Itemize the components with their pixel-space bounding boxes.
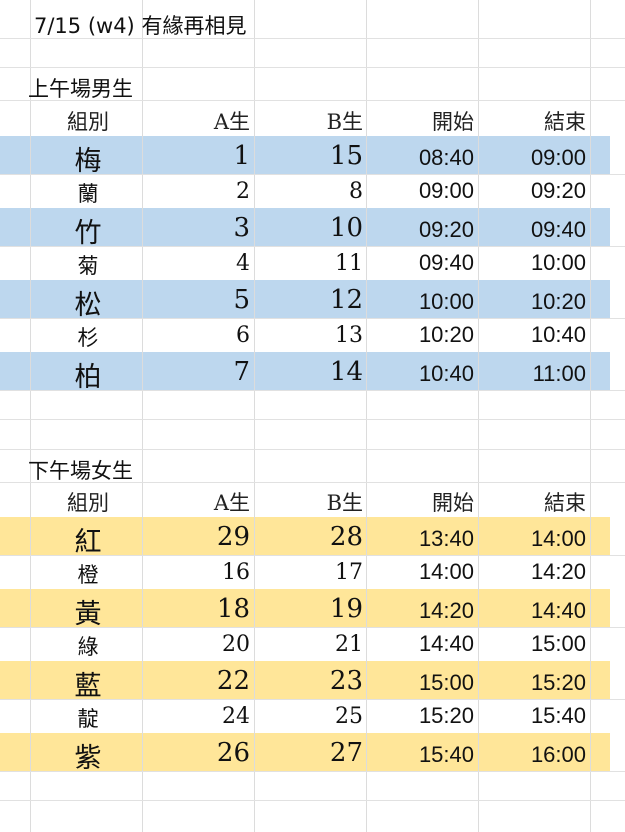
start-cell[interactable]: 14:00 [419, 559, 474, 585]
b-cell[interactable]: 11 [335, 251, 363, 276]
start-cell[interactable]: 15:00 [419, 670, 474, 696]
end-cell[interactable]: 15:20 [531, 670, 586, 696]
spreadsheet-grid[interactable]: 7/15 (w4) 有緣再相見 上午場男生 組別 A生 B生 開始 結束 梅 1… [0, 0, 625, 832]
group-cell[interactable]: 蘭 [60, 178, 116, 208]
col-group-header[interactable]: 組別 [60, 106, 116, 136]
group-cell[interactable]: 黃 [60, 592, 116, 631]
gridline [0, 419, 625, 420]
morning-heading[interactable]: 上午場男生 [28, 73, 133, 103]
afternoon-heading[interactable]: 下午場女生 [28, 455, 133, 485]
group-cell[interactable]: 靛 [60, 703, 116, 733]
group-cell[interactable]: 綠 [60, 631, 116, 661]
gridline [0, 449, 625, 450]
group-cell[interactable]: 藍 [60, 664, 116, 703]
end-cell[interactable]: 09:00 [531, 145, 586, 171]
end-cell[interactable]: 15:40 [531, 703, 586, 729]
col-group-header[interactable]: 組別 [60, 487, 116, 517]
a-cell[interactable]: 20 [222, 632, 250, 657]
a-cell[interactable]: 26 [217, 738, 250, 768]
a-cell[interactable]: 3 [233, 213, 250, 243]
a-cell[interactable]: 29 [217, 522, 250, 552]
a-cell[interactable]: 4 [236, 251, 250, 276]
group-cell[interactable]: 松 [60, 283, 116, 322]
gridline [0, 800, 625, 801]
end-cell[interactable]: 11:00 [533, 361, 586, 387]
group-cell[interactable]: 菊 [60, 250, 116, 280]
b-cell[interactable]: 15 [330, 141, 363, 171]
group-cell[interactable]: 柏 [60, 355, 116, 394]
col-a-header[interactable]: A生 [214, 487, 250, 517]
b-cell[interactable]: 8 [349, 179, 363, 204]
col-b-header[interactable]: B生 [327, 487, 363, 517]
a-cell[interactable]: 7 [233, 357, 250, 387]
group-cell[interactable]: 梅 [60, 139, 116, 178]
col-start-header[interactable]: 開始 [432, 106, 474, 136]
col-a-header[interactable]: A生 [214, 106, 250, 136]
end-cell[interactable]: 10:40 [531, 322, 586, 348]
start-cell[interactable]: 14:40 [419, 631, 474, 657]
end-cell[interactable]: 14:40 [531, 598, 586, 624]
group-cell[interactable]: 紅 [60, 520, 116, 559]
b-cell[interactable]: 21 [335, 632, 363, 657]
group-cell[interactable]: 紫 [60, 736, 116, 775]
b-cell[interactable]: 17 [335, 560, 363, 585]
start-cell[interactable]: 10:40 [419, 361, 474, 387]
a-cell[interactable]: 1 [233, 141, 250, 171]
start-cell[interactable]: 09:00 [419, 178, 474, 204]
b-cell[interactable]: 19 [330, 594, 363, 624]
gridline [0, 67, 625, 68]
a-cell[interactable]: 22 [217, 666, 250, 696]
title-date: 7/15 (w4) [34, 14, 135, 38]
a-cell[interactable]: 24 [222, 704, 250, 729]
b-cell[interactable]: 10 [330, 213, 363, 243]
a-cell[interactable]: 18 [217, 594, 250, 624]
end-cell[interactable]: 16:00 [531, 742, 586, 768]
end-cell[interactable]: 15:00 [531, 631, 586, 657]
a-cell[interactable]: 6 [236, 323, 250, 348]
b-cell[interactable]: 23 [330, 666, 363, 696]
start-cell[interactable]: 13:40 [419, 526, 474, 552]
start-cell[interactable]: 15:40 [419, 742, 474, 768]
group-cell[interactable]: 杉 [60, 322, 116, 352]
col-end-header[interactable]: 結束 [544, 106, 586, 136]
start-cell[interactable]: 14:20 [419, 598, 474, 624]
col-end-header[interactable]: 結束 [544, 487, 586, 517]
end-cell[interactable]: 10:00 [531, 250, 586, 276]
start-cell[interactable]: 09:40 [419, 250, 474, 276]
group-cell[interactable]: 竹 [60, 211, 116, 250]
group-cell[interactable]: 橙 [60, 559, 116, 589]
gridline [254, 0, 255, 832]
b-cell[interactable]: 12 [330, 285, 363, 315]
gridline [478, 0, 479, 832]
gridline [30, 0, 31, 832]
start-cell[interactable]: 15:20 [419, 703, 474, 729]
start-cell[interactable]: 08:40 [419, 145, 474, 171]
end-cell[interactable]: 14:00 [531, 526, 586, 552]
end-cell[interactable]: 14:20 [531, 559, 586, 585]
b-cell[interactable]: 14 [330, 357, 363, 387]
start-cell[interactable]: 09:20 [419, 217, 474, 243]
b-cell[interactable]: 28 [330, 522, 363, 552]
gridline [142, 0, 143, 832]
start-cell[interactable]: 10:00 [419, 289, 474, 315]
gridline [590, 0, 591, 832]
a-cell[interactable]: 2 [236, 179, 250, 204]
sheet-title-cell[interactable]: 7/15 (w4) 有緣再相見 [34, 10, 246, 40]
end-cell[interactable]: 09:40 [531, 217, 586, 243]
a-cell[interactable]: 16 [222, 560, 250, 585]
col-start-header[interactable]: 開始 [432, 487, 474, 517]
title-text: 有緣再相見 [141, 14, 247, 38]
start-cell[interactable]: 10:20 [419, 322, 474, 348]
a-cell[interactable]: 5 [233, 285, 250, 315]
b-cell[interactable]: 13 [335, 323, 363, 348]
end-cell[interactable]: 09:20 [531, 178, 586, 204]
gridline [366, 0, 367, 832]
end-cell[interactable]: 10:20 [531, 289, 586, 315]
col-b-header[interactable]: B生 [327, 106, 363, 136]
b-cell[interactable]: 25 [335, 704, 363, 729]
b-cell[interactable]: 27 [330, 738, 363, 768]
